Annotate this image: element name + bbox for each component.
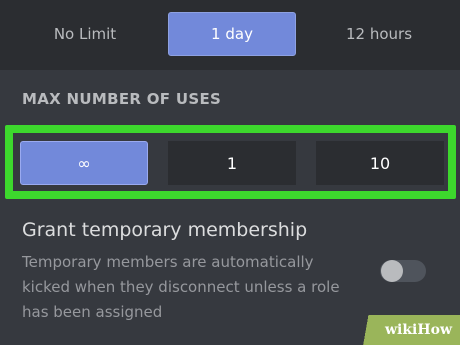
- max-uses-title: MAX NUMBER OF USES: [22, 90, 222, 108]
- max-uses-option-10[interactable]: 10: [316, 141, 444, 185]
- watermark-text: wikiHow: [384, 322, 452, 338]
- temporary-membership-toggle[interactable]: [380, 260, 426, 282]
- temporary-membership-description: Temporary members are automatically kick…: [22, 253, 340, 321]
- expire-option-no-limit[interactable]: No Limit: [12, 12, 158, 56]
- toggle-knob: [381, 260, 403, 282]
- max-uses-option-1[interactable]: 1: [168, 141, 296, 185]
- temporary-membership-title: Grant temporary membership: [22, 219, 308, 241]
- wikihow-watermark: wikiHow: [350, 315, 460, 345]
- expire-option-1-day[interactable]: 1 day: [168, 12, 296, 56]
- max-uses-option-infinite[interactable]: ∞: [20, 141, 148, 185]
- expire-after-selector: No Limit 1 day 12 hours: [0, 0, 460, 70]
- expire-option-12-hours[interactable]: 12 hours: [306, 12, 452, 56]
